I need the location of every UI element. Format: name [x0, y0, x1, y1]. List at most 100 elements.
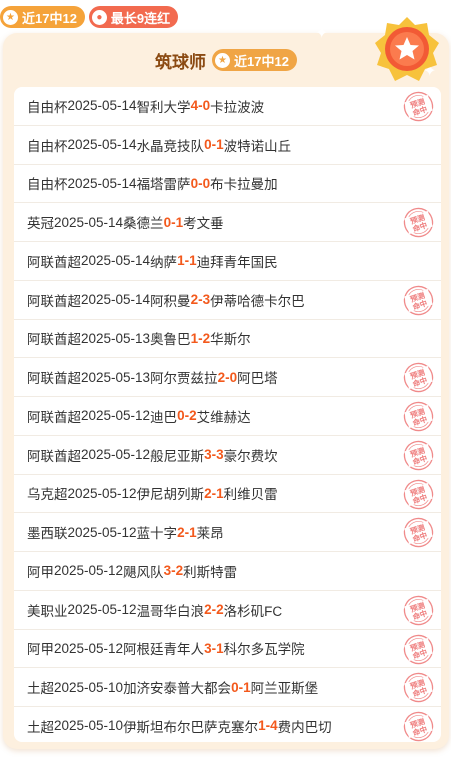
match-date: 2025-05-14 [67, 175, 137, 191]
match-row[interactable]: 阿甲 2025-05-12 飓风队 3 - 2 利斯特雷 [14, 552, 441, 591]
prediction-hit-stamp: 预测命中 [403, 673, 434, 703]
away-team: 华斯尔 [210, 332, 251, 348]
star-icon: ★ [3, 9, 18, 25]
match-row[interactable]: 阿甲 2025-05-12 阿根廷青年人 3 - 1 科尔多瓦学院 预测 命中 [14, 630, 441, 669]
match-row[interactable]: 土超 2025-05-10 加济安泰普大都会 0 - 1 阿兰亚斯堡 预测 命中 [14, 668, 441, 707]
flame-icon: ● [91, 9, 107, 25]
match-row[interactable]: 自由杯 2025-05-14 水晶竞技队 0 - 1 波特诺山丘 [14, 126, 441, 165]
away-score: 1 [243, 679, 251, 695]
match-list: 自由杯 2025-05-14 智利大学 4 - 0 卡拉波波 预测 命中 自由杯 2025… [14, 87, 441, 742]
match-row[interactable]: 阿联酋超 2025-05-14 纳萨 1 - 1 迪拜青年国民 [14, 242, 441, 281]
home-score: 3 [163, 563, 172, 579]
match-row[interactable]: 墨西联 2025-05-12 蓝十字 2 - 1 莱昂 预测 命中 [14, 513, 441, 552]
away-score: 4 [270, 718, 278, 734]
home-score: 3 [204, 447, 212, 463]
home-team: 福塔雷萨 [136, 177, 191, 193]
away-team: 阿兰亚斯堡 [250, 681, 319, 697]
home-team: 纳萨 [150, 254, 178, 270]
match-date: 2025-05-14 [81, 292, 151, 308]
match-row[interactable]: 自由杯 2025-05-14 智利大学 4 - 0 卡拉波波 预测 命中 [14, 87, 441, 126]
match-row[interactable]: 美职业 2025-05-12 温哥华白浪 2 - 2 洛杉矶FC 预测 命中 [14, 591, 441, 630]
match-league: 阿联酋超 [27, 371, 81, 387]
match-row[interactable]: 阿联酋超 2025-05-13 奥鲁巴 1 - 2 华斯尔 [14, 320, 441, 359]
match-league: 阿联酋超 [27, 293, 81, 309]
home-team: 伊尼胡列斯 [136, 487, 205, 503]
home-team: 加济安泰普大都会 [123, 681, 232, 697]
match-row[interactable]: 土超 2025-05-10 伊斯坦布尔巴萨克塞尔 1 - 4 费内巴切 预测 命中 [14, 707, 441, 742]
away-score: 2 [175, 563, 184, 579]
match-league: 阿联酋超 [27, 448, 81, 464]
home-score: 1 [258, 718, 266, 734]
card-header: 筑球师 ★ 近17中12 [3, 45, 449, 75]
home-team: 温哥华白浪 [136, 603, 205, 619]
match-row[interactable]: 乌克超 2025-05-12 伊尼胡列斯 2 - 1 利维贝雷 预测 命中 [14, 475, 441, 514]
home-score: 1 [177, 253, 185, 269]
away-score: 1 [216, 640, 224, 656]
prediction-hit-stamp: 预测命中 [403, 440, 434, 470]
prediction-hit-stamp: 预测命中 [403, 208, 434, 238]
away-score: 2 [216, 602, 224, 618]
expert-record-label: 近17中12 [234, 53, 289, 69]
home-score: 2 [190, 292, 199, 308]
match-row[interactable]: 自由杯 2025-05-14 福塔雷萨 0 - 0 布卡拉曼加 [14, 165, 441, 204]
match-row[interactable]: 阿联酋超 2025-05-12 般尼亚斯 3 - 3 豪尔费坎 预测 命中 [14, 436, 441, 475]
match-league: 土超 [27, 681, 54, 697]
match-league: 自由杯 [27, 177, 68, 193]
match-date: 2025-05-12 [54, 640, 124, 656]
match-date: 2025-05-14 [81, 253, 151, 269]
home-score: 4 [190, 98, 199, 114]
home-score: 0 [231, 679, 239, 695]
match-date: 2025-05-12 [54, 563, 124, 579]
home-score: 0 [163, 214, 172, 230]
match-date: 2025-05-14 [67, 137, 137, 153]
away-score: 3 [202, 292, 211, 308]
streak-badge: ● 最长9连红 [88, 6, 179, 28]
recent-record-badge: ★ 近17中12 [0, 6, 85, 28]
match-league: 阿联酋超 [27, 409, 81, 425]
home-team: 智利大学 [136, 99, 191, 115]
star-icon: ★ [215, 52, 231, 68]
top-badges: ★ 近17中12 ● 最长9连红 [0, 6, 179, 28]
home-score: 0 [190, 175, 199, 191]
away-score: 1 [189, 524, 197, 540]
home-score: 0 [204, 137, 212, 153]
match-row[interactable]: 阿联酋超 2025-05-12 迪巴 0 - 2 艾维赫达 预测 命中 [14, 397, 441, 436]
away-team: 阿巴塔 [237, 371, 278, 387]
prediction-hit-stamp: 预测命中 [403, 363, 434, 393]
home-team: 奥鲁巴 [150, 332, 191, 348]
away-score: 2 [202, 330, 211, 346]
away-score: 0 [229, 369, 238, 385]
match-league: 自由杯 [27, 138, 68, 154]
home-team: 水晶竞技队 [136, 138, 205, 154]
recent-record-label: 近17中12 [22, 10, 77, 26]
home-score: 2 [217, 369, 226, 385]
match-league: 自由杯 [27, 99, 68, 115]
away-score: 1 [175, 214, 184, 230]
match-date: 2025-05-14 [67, 98, 137, 114]
streak-label: 最长9连红 [110, 10, 171, 26]
away-team: 伊蒂哈德卡尔巴 [210, 293, 305, 309]
match-date: 2025-05-13 [81, 330, 151, 346]
match-league: 阿甲 [27, 564, 54, 580]
home-score: 0 [177, 408, 185, 424]
away-team: 考文垂 [183, 216, 224, 232]
away-team: 莱昂 [196, 526, 224, 542]
away-score: 3 [216, 447, 224, 463]
prediction-hit-stamp: 预测命中 [403, 479, 434, 509]
home-team: 飓风队 [123, 564, 164, 580]
match-row[interactable]: 阿联酋超 2025-05-14 阿积曼 2 - 3 伊蒂哈德卡尔巴 预测 命中 [14, 281, 441, 320]
away-team: 费内巴切 [277, 719, 332, 735]
prediction-hit-stamp: 预测命中 [403, 91, 434, 122]
match-league: 阿甲 [27, 642, 54, 658]
away-team: 卡拉波波 [210, 99, 265, 115]
prediction-hit-stamp: 预测命中 [403, 401, 434, 432]
match-row[interactable]: 英冠 2025-05-14 桑德兰 0 - 1 考文垂 预测 命中 [14, 203, 441, 242]
expert-name: 筑球师 [155, 52, 207, 72]
away-team: 波特诺山丘 [223, 138, 292, 154]
home-score: 2 [204, 485, 212, 501]
match-row[interactable]: 阿联酋超 2025-05-13 阿尔贾兹拉 2 - 0 阿巴塔 预测 命中 [14, 358, 441, 397]
away-team: 利维贝雷 [223, 487, 278, 503]
match-league: 阿联酋超 [27, 332, 81, 348]
match-date: 2025-05-10 [54, 718, 124, 734]
home-score: 3 [204, 640, 212, 656]
